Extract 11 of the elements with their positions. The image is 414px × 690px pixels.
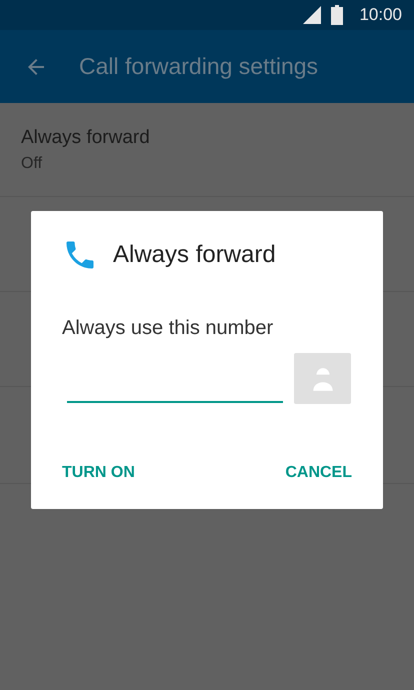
setting-title: Always forward <box>21 126 151 148</box>
dialog-button[interactable]: TURN ON <box>45 454 152 492</box>
dialog-button[interactable]: CANCEL <box>268 454 369 492</box>
battery-icon <box>331 5 344 25</box>
status-time: 10:00 <box>359 5 402 25</box>
dialog-title: Always forward <box>113 241 276 269</box>
settings-row[interactable]: Always forward Off <box>0 103 414 197</box>
setting-summary: Off <box>21 154 44 172</box>
field-label: Always use this number <box>62 317 274 340</box>
screen-title: Call forwarding settings <box>79 53 318 80</box>
signal-icon <box>303 6 322 24</box>
